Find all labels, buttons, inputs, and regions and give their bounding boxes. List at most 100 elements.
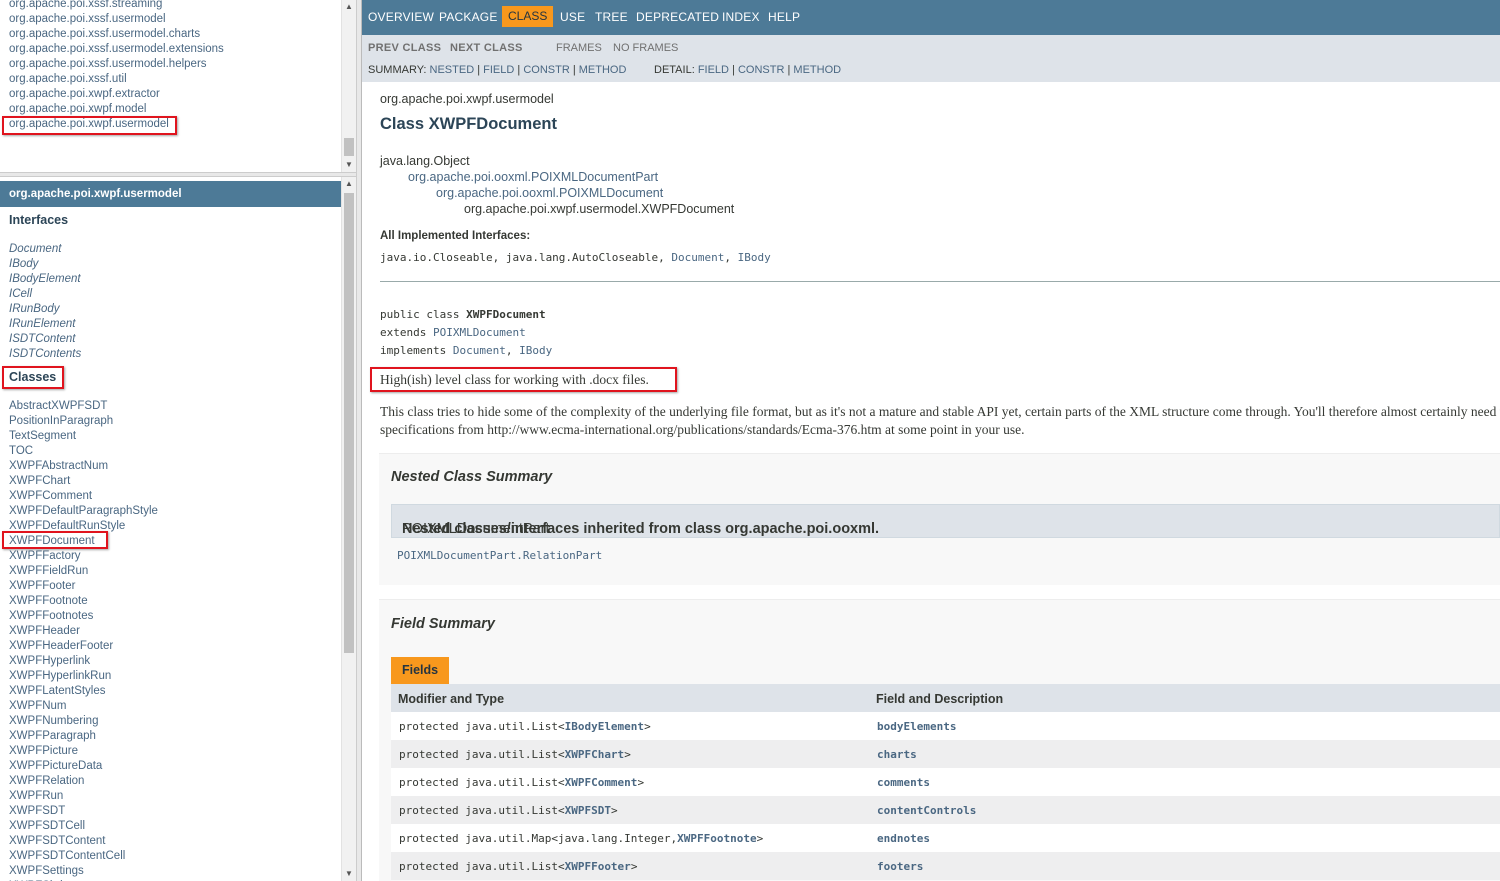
field-type-cell: protected java.util.Map<java.lang.Intege… — [399, 832, 763, 845]
class-link[interactable]: XWPFParagraph — [9, 729, 158, 744]
implemented-document-link[interactable]: Document — [671, 251, 724, 264]
package-link[interactable]: org.apache.poi.xwpf.extractor — [9, 87, 224, 102]
class-link[interactable]: XWPFSDTContentCell — [9, 849, 158, 864]
frames-link[interactable]: FRAMES — [556, 42, 602, 54]
field-name-link[interactable]: charts — [877, 748, 917, 761]
class-link[interactable]: XWPFDefaultRunStyle — [9, 519, 158, 534]
class-link[interactable]: XWPFDefaultParagraphStyle — [9, 504, 158, 519]
class-link[interactable]: XWPFSDT — [9, 804, 158, 819]
field-name-link[interactable]: contentControls — [877, 804, 976, 817]
class-link[interactable]: XWPFFooter — [9, 579, 158, 594]
field-type-link[interactable]: XWPFFooter — [565, 860, 631, 873]
class-link[interactable]: XWPFSDTContent — [9, 834, 158, 849]
class-link[interactable]: XWPFComment — [9, 489, 158, 504]
field-name-link[interactable]: bodyElements — [877, 720, 956, 733]
package-link[interactable]: org.apache.poi.xssf.streaming — [9, 0, 224, 12]
summary-field-link[interactable]: FIELD — [483, 64, 514, 76]
classes-scrollbar[interactable]: ▲ ▼ — [341, 177, 356, 881]
summary-constr-link[interactable]: CONSTR — [523, 64, 569, 76]
package-link[interactable]: org.apache.poi.xwpf.usermodel — [9, 117, 224, 132]
interface-link[interactable]: IBodyElement — [9, 272, 81, 287]
interface-link[interactable]: IRunBody — [9, 302, 81, 317]
class-link[interactable]: XWPFRelation — [9, 774, 158, 789]
nav-class-active[interactable]: CLASS — [502, 6, 554, 27]
prev-class-link[interactable]: PREV CLASS — [368, 42, 441, 54]
class-link[interactable]: XWPFFactory — [9, 549, 158, 564]
package-frame-title[interactable]: org.apache.poi.xwpf.usermodel — [0, 181, 341, 207]
field-type-link[interactable]: IBodyElement — [565, 720, 644, 733]
nav-overview[interactable]: OVERVIEW — [368, 10, 434, 24]
class-link[interactable]: XWPFFieldRun — [9, 564, 158, 579]
class-link[interactable]: XWPFDocument — [9, 534, 158, 549]
class-link[interactable]: XWPFSDTCell — [9, 819, 158, 834]
class-link[interactable]: XWPFFootnote — [9, 594, 158, 609]
summary-method-link[interactable]: METHOD — [579, 64, 627, 76]
packages-scrollbar[interactable]: ▲ ▼ — [341, 0, 356, 172]
nested-inherited-link[interactable]: POIXMLDocumentPart — [402, 521, 549, 537]
class-link[interactable]: XWPFHyperlinkRun — [9, 669, 158, 684]
class-link[interactable]: XWPFChart — [9, 474, 158, 489]
class-link[interactable]: AbstractXWPFSDT — [9, 399, 158, 414]
field-type-link[interactable]: XWPFSDT — [565, 804, 611, 817]
class-link[interactable]: XWPFSettings — [9, 864, 158, 879]
class-link[interactable]: XWPFFootnotes — [9, 609, 158, 624]
package-link[interactable]: org.apache.poi.xwpf.model — [9, 102, 224, 117]
nested-relationpart-link[interactable]: POIXMLDocumentPart.RelationPart — [397, 549, 602, 562]
interface-link[interactable]: IBody — [9, 257, 81, 272]
field-name-link[interactable]: endnotes — [877, 832, 930, 845]
field-type-link[interactable]: XWPFComment — [565, 776, 638, 789]
class-link[interactable]: XWPFNumbering — [9, 714, 158, 729]
class-link[interactable]: XWPFHyperlink — [9, 654, 158, 669]
nav-index[interactable]: INDEX — [722, 10, 760, 24]
detail-method-link[interactable]: METHOD — [793, 64, 841, 76]
package-link[interactable]: org.apache.poi.xssf.usermodel.extensions — [9, 42, 224, 57]
class-link[interactable]: XWPFNum — [9, 699, 158, 714]
interface-link[interactable]: ICell — [9, 287, 81, 302]
scroll-down-arrow-icon[interactable]: ▼ — [342, 158, 356, 172]
next-class-link[interactable]: NEXT CLASS — [450, 42, 523, 54]
declaration-document-link[interactable]: Document — [453, 344, 506, 357]
interface-link[interactable]: ISDTContent — [9, 332, 81, 347]
field-name-link[interactable]: footers — [877, 860, 923, 873]
summary-nested-link[interactable]: NESTED — [430, 64, 475, 76]
interface-link[interactable]: Document — [9, 242, 81, 257]
inheritance-poixmldocumentpart[interactable]: org.apache.poi.ooxml.POIXMLDocumentPart — [408, 170, 658, 184]
field-type-link[interactable]: XWPFChart — [565, 748, 625, 761]
declaration-ibody-link[interactable]: IBody — [519, 344, 552, 357]
package-link[interactable]: org.apache.poi.xssf.usermodel — [9, 12, 224, 27]
declaration-extends-link[interactable]: POIXMLDocument — [433, 326, 526, 339]
detail-field-link[interactable]: FIELD — [698, 64, 729, 76]
nav-use[interactable]: USE — [560, 10, 585, 24]
class-link[interactable]: XWPFLatentStyles — [9, 684, 158, 699]
class-link[interactable]: PositionInParagraph — [9, 414, 158, 429]
inheritance-poixmldocument[interactable]: org.apache.poi.ooxml.POIXMLDocument — [436, 186, 663, 200]
class-link[interactable]: XWPFAbstractNum — [9, 459, 158, 474]
nav-tree[interactable]: TREE — [595, 10, 628, 24]
interface-link[interactable]: ISDTContents — [9, 347, 81, 362]
interface-link[interactable]: IRunElement — [9, 317, 81, 332]
scroll-down-arrow-icon[interactable]: ▼ — [342, 867, 356, 881]
scroll-up-arrow-icon[interactable]: ▲ — [342, 177, 356, 191]
packages-scroll-thumb[interactable] — [344, 138, 354, 156]
class-link[interactable]: XWPFRun — [9, 789, 158, 804]
class-link[interactable]: TextSegment — [9, 429, 158, 444]
no-frames-link[interactable]: NO FRAMES — [613, 42, 678, 54]
package-link[interactable]: org.apache.poi.xssf.usermodel.charts — [9, 27, 224, 42]
scroll-up-arrow-icon[interactable]: ▲ — [342, 0, 356, 14]
class-link[interactable]: XWPFHeader — [9, 624, 158, 639]
nav-deprecated[interactable]: DEPRECATED — [636, 10, 719, 24]
field-name-link[interactable]: comments — [877, 776, 930, 789]
classes-scroll-thumb[interactable] — [344, 193, 354, 653]
class-link[interactable]: XWPFPictureData — [9, 759, 158, 774]
nav-help[interactable]: HELP — [768, 10, 800, 24]
package-link[interactable]: org.apache.poi.xssf.util — [9, 72, 224, 87]
fields-tab[interactable]: Fields — [391, 657, 450, 684]
field-type-link[interactable]: XWPFFootnote — [677, 832, 756, 845]
implemented-ibody-link[interactable]: IBody — [738, 251, 771, 264]
detail-constr-link[interactable]: CONSTR — [738, 64, 784, 76]
package-link[interactable]: org.apache.poi.xssf.usermodel.helpers — [9, 57, 224, 72]
class-link[interactable]: XWPFPicture — [9, 744, 158, 759]
nav-package[interactable]: PACKAGE — [439, 10, 498, 24]
class-link[interactable]: TOC — [9, 444, 158, 459]
class-link[interactable]: XWPFHeaderFooter — [9, 639, 158, 654]
